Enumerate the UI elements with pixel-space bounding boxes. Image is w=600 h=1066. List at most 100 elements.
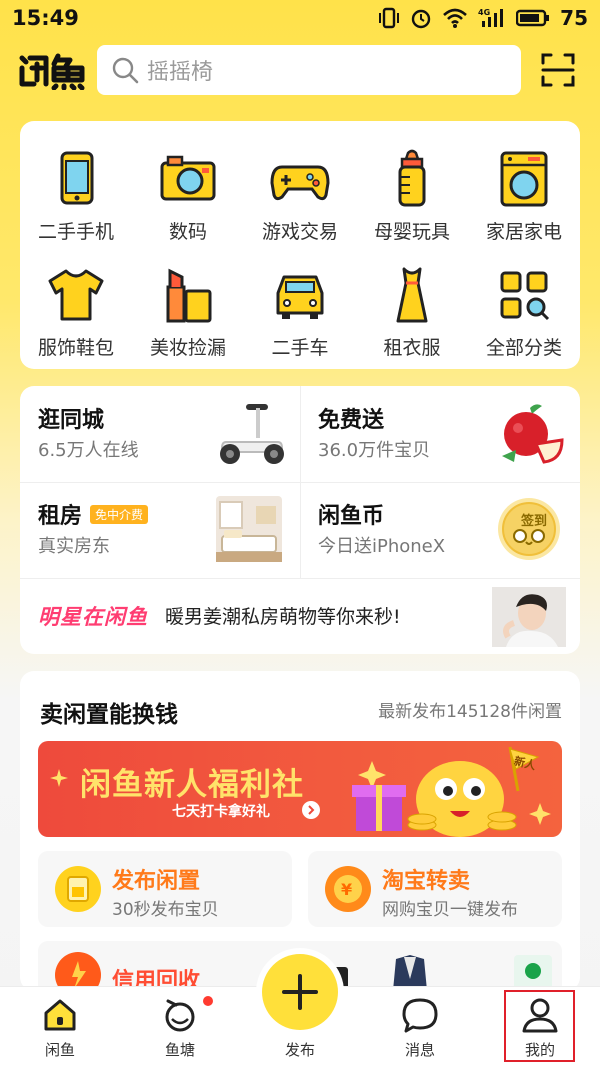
search-icon (112, 57, 139, 84)
tshirt-icon (48, 269, 104, 321)
rental-housing-entry[interactable]: 租房 免中介费 真实房东 (20, 482, 300, 578)
svg-text:¥: ¥ (341, 880, 352, 899)
feature-subtitle: 真实房东 (38, 536, 110, 557)
tab-label: 闲鱼 (44, 1041, 75, 1059)
banner-title: 闲鱼新人福利社 (80, 767, 304, 803)
alarm-icon (411, 9, 431, 29)
tab-messages[interactable]: 消息 (360, 987, 480, 1066)
category-label: 二手手机 (37, 221, 114, 243)
sell-section: 卖闲置能换钱 最新发布145128件闲置 闲鱼新人福利社 七天打卡拿好礼 新人 … (20, 671, 580, 1001)
car-icon (276, 275, 324, 319)
sparkle-icon (50, 769, 68, 787)
feature-card: 逛同城 6.5万人在线 免费送 36.0万件宝贝 租房 免中介费 真实房东 闲鱼币… (20, 386, 580, 654)
tab-mine-highlight (504, 990, 575, 1062)
all-categories-icon (500, 271, 550, 321)
battery-level: 75 (560, 6, 588, 30)
tab-fish-pond[interactable]: 鱼塘 (120, 987, 240, 1066)
search-placeholder: 摇摇椅 (147, 60, 214, 85)
wifi-icon (443, 8, 468, 28)
category-baby-toys[interactable]: 母婴玩具 (356, 149, 468, 249)
status-icons: 4G 75 (378, 6, 588, 30)
scan-icon[interactable] (540, 52, 576, 88)
search-input[interactable]: 摇摇椅 (97, 45, 521, 95)
notification-dot (203, 996, 213, 1006)
taobao-resell-button[interactable]: ¥ 淘宝转卖 网购宝贝一键发布 (308, 851, 562, 927)
svg-text:4G: 4G (478, 8, 490, 17)
apple-image (502, 404, 564, 464)
category-digital[interactable]: 数码 (132, 149, 244, 249)
dress-icon (396, 267, 428, 323)
taobao-resell-icon: ¥ (325, 866, 371, 912)
category-rent-clothes[interactable]: 租衣服 (356, 265, 468, 365)
tab-label: 消息 (404, 1041, 435, 1059)
free-giveaway-entry[interactable]: 免费送 36.0万件宝贝 (300, 386, 580, 482)
signal-icon: 4G (478, 8, 504, 27)
category-label: 家居家电 (485, 221, 562, 243)
latest-listings-count[interactable]: 最新发布145128件闲置 (378, 697, 562, 722)
category-cosmetics[interactable]: 美妆捡漏 (132, 265, 244, 365)
tab-label: 发布 (284, 1041, 315, 1059)
status-bar: 15:49 4G 75 (0, 0, 600, 36)
banner-subtitle: 七天打卡拿好礼 (172, 804, 270, 820)
publish-idle-title: 发布闲置 (112, 869, 201, 894)
home-icon (44, 999, 76, 1031)
category-games[interactable]: 游戏交易 (244, 149, 356, 249)
category-label: 美妆捡漏 (149, 337, 226, 359)
tab-label: 鱼塘 (164, 1041, 195, 1059)
category-all[interactable]: 全部分类 (468, 265, 580, 365)
status-time: 15:49 (12, 6, 79, 30)
phone-icon (60, 151, 94, 205)
feature-title: 租房 免中介费 (38, 498, 149, 530)
tab-home[interactable]: 闲鱼 (0, 987, 120, 1066)
celebrity-photo (492, 587, 566, 647)
publish-idle-icon (55, 866, 101, 912)
feature-subtitle: 6.5万人在线 (38, 440, 139, 461)
publish-button[interactable] (262, 954, 338, 1030)
category-grid: 二手手机 数码 游戏交易 母婴玩具 家居家电 服饰鞋包 美妆捡漏 二手车 租衣服… (20, 121, 580, 369)
category-used-phones[interactable]: 二手手机 (20, 149, 132, 249)
cosmetics-icon (166, 268, 212, 323)
arrow-right-icon (302, 801, 320, 819)
taobao-resell-title: 淘宝转卖 (382, 869, 471, 894)
sell-section-title: 卖闲置能换钱 (40, 702, 178, 728)
xianyu-coin-entry[interactable]: 闲鱼币 今日送iPhoneX 签到 (300, 482, 580, 578)
room-image (216, 496, 282, 562)
no-agency-fee-badge: 免中介费 (90, 505, 149, 524)
feature-title: 闲鱼币 (318, 504, 385, 529)
category-label: 二手车 (271, 337, 329, 359)
check-in-label: 签到 (521, 514, 548, 529)
check-in-coin-icon (498, 498, 560, 560)
battery-icon (516, 9, 550, 27)
xianyu-logo (19, 53, 85, 90)
feature-subtitle: 36.0万件宝贝 (318, 440, 431, 461)
publish-idle-button[interactable]: 发布闲置 30秒发布宝贝 (38, 851, 292, 927)
category-label: 数码 (168, 221, 207, 243)
celebrity-text: 暖男姜潮私房萌物等你来秒! (165, 606, 401, 628)
baby-bottle-icon (398, 149, 426, 207)
gamepad-icon (270, 165, 330, 201)
category-label: 游戏交易 (261, 221, 338, 243)
vibrate-icon (379, 7, 400, 29)
category-used-cars[interactable]: 二手车 (244, 265, 356, 365)
feature-subtitle: 今日送iPhoneX (318, 536, 446, 557)
publish-idle-subtitle: 30秒发布宝贝 (112, 900, 219, 920)
taobao-resell-subtitle: 网购宝贝一键发布 (382, 900, 518, 920)
message-icon (402, 998, 438, 1033)
category-label: 服饰鞋包 (37, 337, 114, 359)
category-home-appliances[interactable]: 家居家电 (468, 149, 580, 249)
local-browse-entry[interactable]: 逛同城 6.5万人在线 (20, 386, 300, 482)
plus-icon (282, 974, 318, 1010)
category-label: 全部分类 (485, 337, 562, 359)
feature-title: 逛同城 (38, 408, 105, 433)
celebrity-logo: 明星在闲鱼 (38, 605, 148, 629)
scooter-image (220, 404, 284, 464)
newcomer-welfare-banner[interactable]: 闲鱼新人福利社 七天打卡拿好礼 新人 (38, 741, 562, 837)
rent-title: 租房 (38, 504, 83, 529)
category-label: 母婴玩具 (373, 221, 450, 243)
category-label: 租衣服 (383, 337, 441, 359)
camera-icon (160, 155, 216, 201)
category-apparel[interactable]: 服饰鞋包 (20, 265, 132, 365)
fish-pond-icon (165, 999, 195, 1032)
feature-title: 免费送 (318, 408, 385, 433)
celebrity-row[interactable]: 明星在闲鱼 暖男姜潮私房萌物等你来秒! (20, 579, 580, 654)
